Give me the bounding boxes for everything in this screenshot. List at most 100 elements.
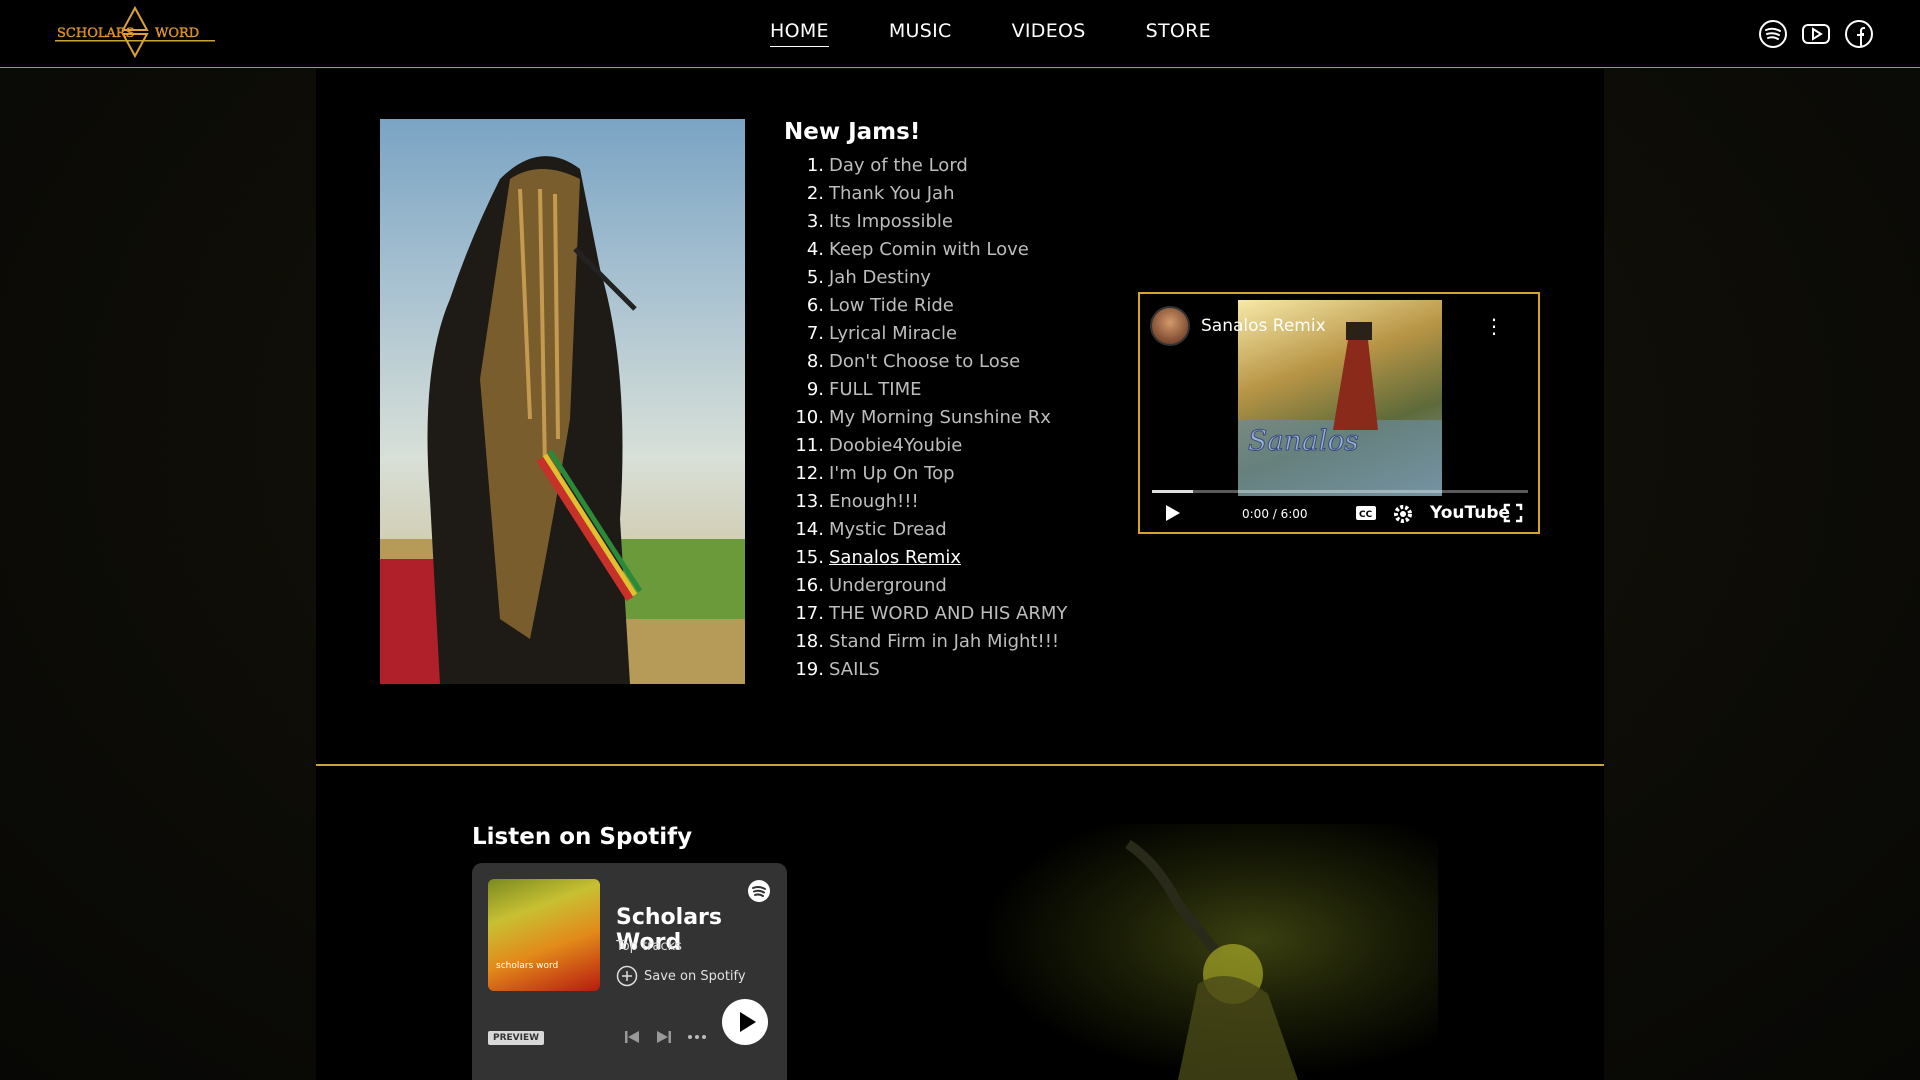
spotify-subtitle: Top tracks <box>616 939 682 954</box>
preview-badge: PREVIEW <box>488 1031 545 1045</box>
track-name[interactable]: Day of the Lord <box>829 152 968 180</box>
track-number: 10. <box>795 407 824 428</box>
track-number: 8. <box>806 351 824 372</box>
youtube-player[interactable]: Sanalos Sanalos Remix ⋮ 0:00 / 6:00 CC Y… <box>1138 292 1540 534</box>
track-name[interactable]: THE WORD AND HIS ARMY <box>829 600 1067 628</box>
video-progress-fill <box>1152 490 1194 493</box>
track-name-current[interactable]: Sanalos Remix <box>829 544 961 572</box>
thumbnail-title: Sanalos <box>1248 424 1359 457</box>
video-controls: 0:00 / 6:00 CC YouTube <box>1140 499 1538 529</box>
nav-videos[interactable]: VIDEOS <box>1012 20 1086 47</box>
video-time: 0:00 / 6:00 <box>1242 507 1308 521</box>
track-number: 13. <box>795 491 824 512</box>
spotify-logo-icon[interactable] <box>747 879 771 907</box>
track-number: 6. <box>806 295 824 316</box>
track-number: 3. <box>806 211 824 232</box>
track-list: 1. Day of the Lord 2. Thank You Jah 3. Its … <box>784 152 1067 684</box>
track-name[interactable]: Keep Comin with Love <box>829 236 1029 264</box>
facebook-icon[interactable] <box>1844 19 1874 49</box>
more-options-icon[interactable]: ⋮ <box>1484 314 1504 338</box>
list-item[interactable]: 8. Don't Choose to Lose <box>784 348 1067 376</box>
new-jams-title: New Jams! <box>784 119 921 145</box>
track-name[interactable]: SAILS <box>829 656 880 684</box>
track-number: 15. <box>795 547 824 568</box>
play-icon <box>740 1012 756 1032</box>
list-item[interactable]: 9. FULL TIME <box>784 376 1067 404</box>
list-item[interactable]: 16. Underground <box>784 572 1067 600</box>
track-number: 7. <box>806 323 824 344</box>
list-item[interactable]: 19. SAILS <box>784 656 1067 684</box>
track-number: 1. <box>806 155 824 176</box>
track-name[interactable]: Thank You Jah <box>829 180 954 208</box>
track-name[interactable]: Underground <box>829 572 947 600</box>
captions-icon[interactable]: CC <box>1355 505 1377 525</box>
more-icon[interactable] <box>686 1027 708 1051</box>
list-item[interactable]: 10. My Morning Sunshine Rx <box>784 404 1067 432</box>
settings-gear-icon[interactable] <box>1392 503 1414 529</box>
skip-back-icon[interactable] <box>622 1027 642 1051</box>
add-circle-icon <box>616 965 638 987</box>
list-item[interactable]: 6. Low Tide Ride <box>784 292 1067 320</box>
track-number: 16. <box>795 575 824 596</box>
list-item[interactable]: 12. I'm Up On Top <box>784 460 1067 488</box>
track-name[interactable]: Doobie4Youbie <box>829 432 962 460</box>
spotify-play-button[interactable] <box>722 999 768 1045</box>
list-item[interactable]: 1. Day of the Lord <box>784 152 1067 180</box>
youtube-logo[interactable]: YouTube <box>1430 503 1510 523</box>
nav-music[interactable]: MUSIC <box>889 20 952 47</box>
save-on-spotify-button[interactable]: Save on Spotify <box>616 965 746 987</box>
video-progress-bar[interactable] <box>1152 490 1528 493</box>
track-name[interactable]: Jah Destiny <box>829 264 931 292</box>
channel-avatar[interactable] <box>1150 306 1190 346</box>
main-nav: HOME MUSIC VIDEOS STORE <box>770 20 1211 47</box>
social-links <box>1758 19 1874 49</box>
track-number: 12. <box>795 463 824 484</box>
track-name[interactable]: My Morning Sunshine Rx <box>829 404 1051 432</box>
track-name[interactable]: Its Impossible <box>829 208 953 236</box>
list-item[interactable]: 4. Keep Comin with Love <box>784 236 1067 264</box>
track-number: 2. <box>806 183 824 204</box>
track-number: 17. <box>795 603 824 624</box>
track-name[interactable]: Don't Choose to Lose <box>829 348 1020 376</box>
list-item[interactable]: 2. Thank You Jah <box>784 180 1067 208</box>
site-logo[interactable]: SCHOLARS WORD <box>55 4 215 60</box>
track-number: 4. <box>806 239 824 260</box>
track-name[interactable]: Lyrical Miracle <box>829 320 957 348</box>
track-name[interactable]: Stand Firm in Jah Might!!! <box>829 628 1059 656</box>
list-item[interactable]: 18. Stand Firm in Jah Might!!! <box>784 628 1067 656</box>
play-icon[interactable] <box>1162 503 1182 527</box>
spotify-embed[interactable]: scholars word Scholars Word Top tracks S… <box>472 863 787 1080</box>
list-item[interactable]: 15. Sanalos Remix <box>784 544 1067 572</box>
nav-home[interactable]: HOME <box>770 20 829 47</box>
track-name[interactable]: Low Tide Ride <box>829 292 954 320</box>
list-item[interactable]: 7. Lyrical Miracle <box>784 320 1067 348</box>
track-number: 18. <box>795 631 824 652</box>
save-label: Save on Spotify <box>644 968 746 984</box>
track-number: 11. <box>795 435 824 456</box>
section-divider <box>316 764 1604 766</box>
site-header: SCHOLARS WORD HOME MUSIC VIDEOS STORE <box>0 0 1920 68</box>
album-cover[interactable]: scholars word <box>488 879 600 991</box>
track-name[interactable]: FULL TIME <box>829 376 922 404</box>
spotify-section-title: Listen on Spotify <box>472 824 693 850</box>
artist-photo <box>380 119 745 684</box>
nav-store[interactable]: STORE <box>1146 20 1211 47</box>
svg-text:CC: CC <box>1359 510 1373 520</box>
skip-forward-icon[interactable] <box>654 1027 674 1051</box>
spotify-icon[interactable] <box>1758 19 1788 49</box>
fullscreen-icon[interactable] <box>1503 503 1523 527</box>
track-number: 5. <box>806 267 824 288</box>
list-item[interactable]: 3. Its Impossible <box>784 208 1067 236</box>
list-item[interactable]: 17. THE WORD AND HIS ARMY <box>784 600 1067 628</box>
list-item[interactable]: 5. Jah Destiny <box>784 264 1067 292</box>
svg-text:SCHOLARS: SCHOLARS <box>57 26 135 41</box>
track-name[interactable]: Mystic Dread <box>829 516 947 544</box>
youtube-icon[interactable] <box>1801 19 1831 49</box>
track-name[interactable]: I'm Up On Top <box>829 460 955 488</box>
svg-text:WORD: WORD <box>155 26 199 41</box>
video-title[interactable]: Sanalos Remix <box>1201 316 1326 336</box>
track-name[interactable]: Enough!!! <box>829 488 919 516</box>
list-item[interactable]: 14. Mystic Dread <box>784 516 1067 544</box>
list-item[interactable]: 13. Enough!!! <box>784 488 1067 516</box>
list-item[interactable]: 11. Doobie4Youbie <box>784 432 1067 460</box>
